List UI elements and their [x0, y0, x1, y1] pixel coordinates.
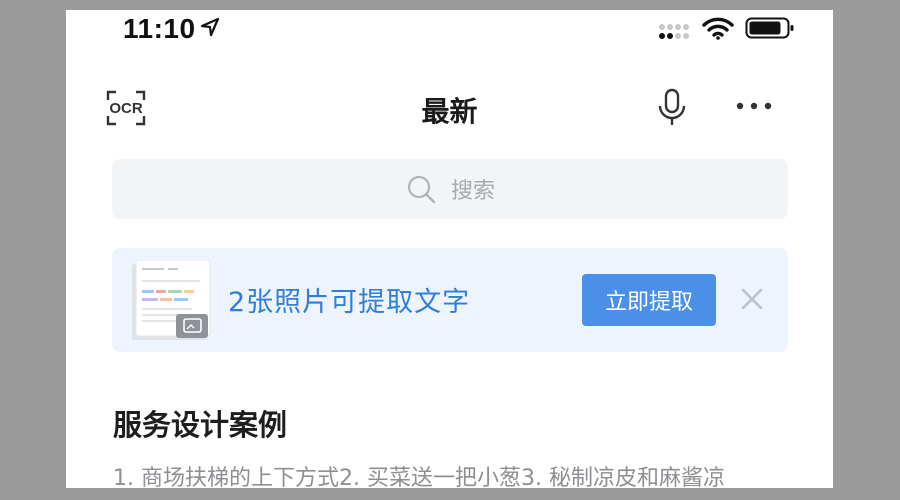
- phone-screen: 11:10 OCR 最新 搜索 2张照片可提取文字 立即提取 服务设计案例 1.…: [66, 10, 833, 488]
- extract-now-button[interactable]: 立即提取: [582, 274, 716, 326]
- search-icon: [407, 175, 436, 204]
- search-input[interactable]: 搜索: [112, 159, 788, 219]
- wifi-icon: [702, 17, 734, 40]
- close-icon[interactable]: [739, 286, 765, 312]
- ocr-suggestion-banner: 2张照片可提取文字 立即提取: [112, 248, 788, 352]
- location-arrow-icon: [200, 17, 220, 37]
- battery-icon: [745, 17, 794, 39]
- cellular-signal-icon: [659, 24, 689, 39]
- page-title: 最新: [421, 95, 478, 128]
- status-time: 11:10: [123, 13, 196, 44]
- search-placeholder: 搜索: [450, 179, 495, 204]
- photo-thumbnail[interactable]: [132, 260, 212, 340]
- note-title[interactable]: 服务设计案例: [113, 402, 287, 444]
- more-icon[interactable]: [734, 98, 774, 114]
- note-preview[interactable]: 1. 商场扶梯的上下方式2. 买菜送一把小葱3. 秘制凉皮和麻酱凉: [113, 460, 833, 488]
- microphone-icon[interactable]: [657, 88, 687, 128]
- banner-message: 2张照片可提取文字: [228, 287, 471, 318]
